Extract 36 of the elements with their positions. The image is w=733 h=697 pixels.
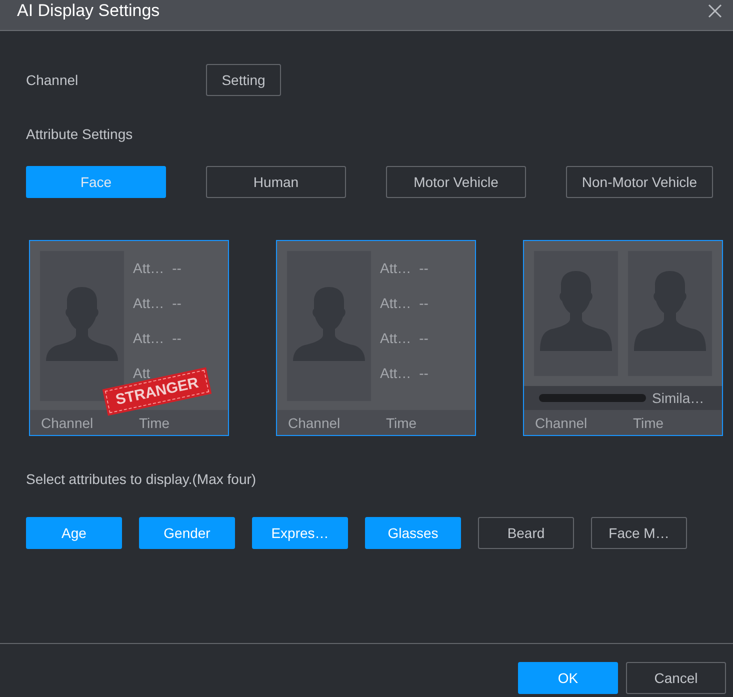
close-icon[interactable] xyxy=(708,4,722,18)
card-footer-text: Time xyxy=(633,414,664,430)
attribute-value: -- xyxy=(419,295,428,311)
channel-label: Channel xyxy=(26,72,80,88)
attribute-name: Att… xyxy=(133,330,164,346)
attribute-toggle[interactable]: Face M… xyxy=(591,517,687,549)
card-footer-text: Time xyxy=(139,414,170,430)
person-silhouette-icon xyxy=(628,251,712,376)
cancel-button[interactable]: Cancel xyxy=(626,662,726,694)
similarity-label: Simila… xyxy=(652,390,704,406)
select-hint: Select attributes to display.(Max four) xyxy=(26,471,258,487)
attribute-name: Att… xyxy=(380,295,412,311)
attribute-value: -- xyxy=(172,295,182,311)
person-silhouette-icon xyxy=(534,251,618,376)
window-title: AI Display Settings xyxy=(17,1,160,21)
attribute-toggle[interactable]: Beard xyxy=(478,517,574,549)
person-silhouette-icon xyxy=(287,251,371,401)
tab[interactable]: Motor Vehicle xyxy=(386,166,526,198)
card-footer-text: Channel xyxy=(41,414,94,430)
card-footer-text: Channel xyxy=(535,414,588,430)
tab[interactable]: Human xyxy=(206,166,346,198)
attribute-value: -- xyxy=(419,260,428,276)
attribute-name: Att… xyxy=(380,330,412,346)
setting-button[interactable]: Setting xyxy=(206,64,281,96)
tab[interactable]: Non-Motor Vehicle xyxy=(566,166,713,198)
attribute-value: -- xyxy=(419,330,428,346)
attribute-name: Att… xyxy=(380,365,412,381)
attribute-settings-label: Attribute Settings xyxy=(26,126,134,142)
attribute-value: -- xyxy=(419,365,428,381)
card-footer-text: Channel xyxy=(288,414,342,430)
card-footer-text: Time xyxy=(386,414,417,430)
attribute-value: -- xyxy=(172,260,182,276)
attribute-name: Att… xyxy=(380,260,412,276)
attribute-name: Att… xyxy=(133,295,164,311)
attribute-name: Att… xyxy=(133,260,164,276)
attribute-value: -- xyxy=(172,330,182,346)
